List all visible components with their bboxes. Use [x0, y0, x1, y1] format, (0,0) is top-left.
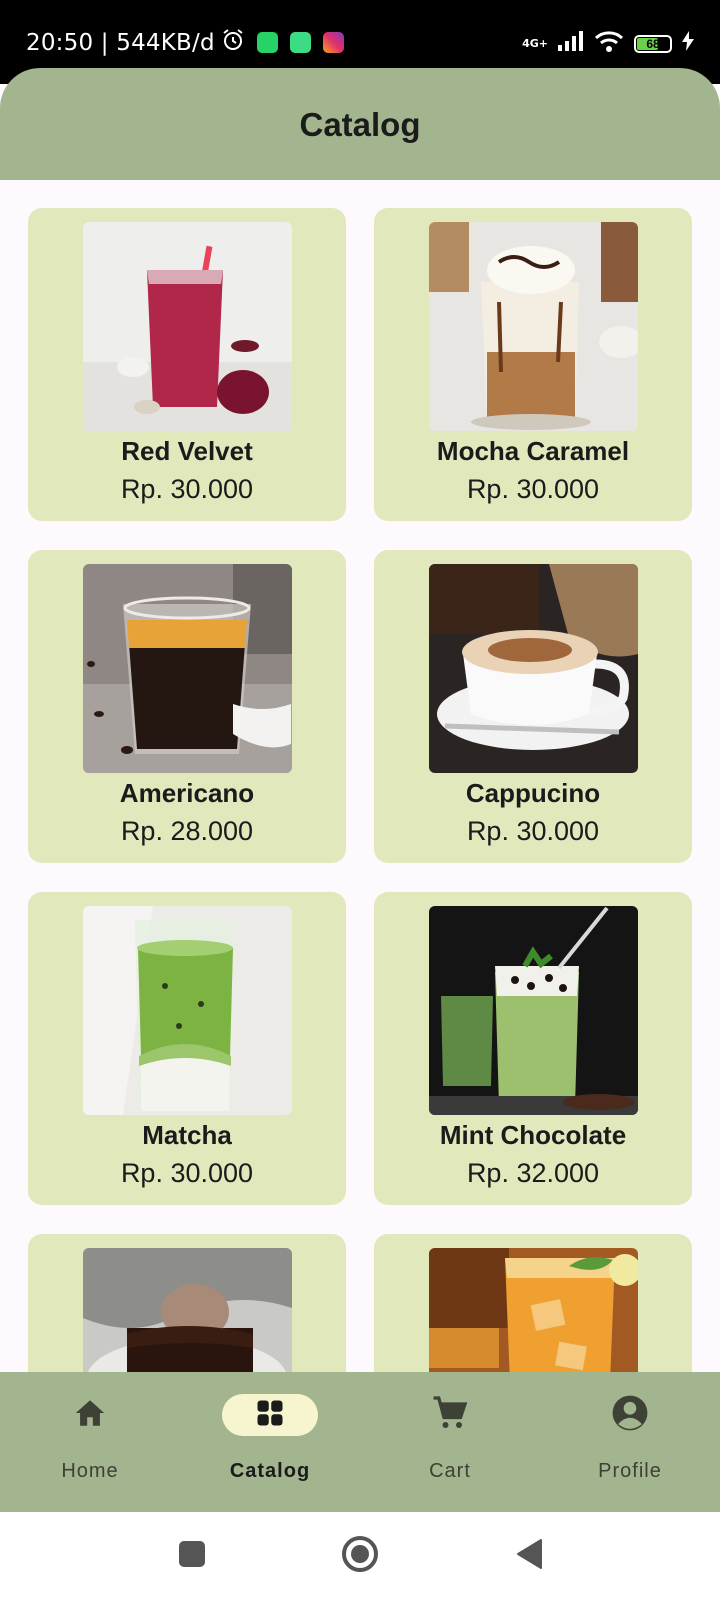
home-icon — [72, 1396, 108, 1435]
product-image[interactable] — [429, 222, 638, 431]
catalog-card-americano[interactable]: Americano Rp. 28.000 — [28, 550, 346, 863]
cappucino-drink-image — [429, 564, 638, 773]
red-velvet-drink-image — [83, 222, 292, 431]
screen: 20:50 | 544KB/d 4G+ 68 Catalog Red Velve… — [0, 0, 720, 1600]
home-circle-icon — [341, 1535, 379, 1578]
product-name: Cappucino — [465, 778, 601, 808]
alarm-icon — [221, 28, 245, 57]
catalog-card-mocha-caramel[interactable]: Mocha Caramel Rp. 30.000 — [374, 208, 692, 521]
product-image[interactable] — [429, 1248, 638, 1372]
whatsapp-icon — [256, 32, 278, 53]
profile-icon — [611, 1394, 649, 1437]
catalog-card-chocolate-dessert[interactable] — [28, 1234, 346, 1372]
mint-chocolate-drink-image — [429, 906, 638, 1115]
nav-item-home[interactable]: Home — [0, 1372, 180, 1512]
product-name: Matcha — [142, 1120, 232, 1150]
product-name: Americano — [119, 778, 255, 808]
bottom-nav: Home Catalog Cart Profile — [0, 1372, 720, 1512]
android-icon — [289, 32, 311, 53]
home-button[interactable] — [338, 1534, 382, 1578]
app-bar: Catalog — [0, 68, 720, 180]
product-price: Rp. 30.000 — [466, 816, 600, 846]
product-name: Red Velvet — [121, 436, 253, 466]
nav-pill-home — [42, 1394, 138, 1436]
nav-pill-profile — [582, 1394, 678, 1436]
nav-label-home: Home — [61, 1460, 119, 1482]
americano-drink-image — [83, 564, 292, 773]
product-name: Mint Chocolate — [439, 1120, 627, 1150]
product-image[interactable] — [429, 906, 638, 1115]
signal-icon — [558, 31, 584, 56]
status-right: 4G+ 68 — [522, 30, 694, 57]
matcha-drink-image — [83, 906, 292, 1115]
product-image[interactable] — [429, 564, 638, 773]
product-price: Rp. 30.000 — [120, 1158, 254, 1188]
product-image[interactable] — [83, 564, 292, 773]
product-image[interactable] — [83, 906, 292, 1115]
cart-icon — [432, 1395, 468, 1436]
catalog-card-red-velvet[interactable]: Red Velvet Rp. 30.000 — [28, 208, 346, 521]
catalog-grid[interactable]: Red Velvet Rp. 30.000 Mocha Caramel Rp. … — [0, 180, 720, 1372]
system-nav-bar — [0, 1512, 720, 1600]
grid-icon — [255, 1398, 285, 1433]
nav-pill-cart — [402, 1394, 498, 1436]
wifi-icon — [594, 30, 624, 57]
back-triangle-icon — [515, 1538, 545, 1575]
catalog-card-mint-chocolate[interactable]: Mint Chocolate Rp. 32.000 — [374, 892, 692, 1205]
product-price: Rp. 32.000 — [466, 1158, 600, 1188]
product-image[interactable] — [83, 222, 292, 431]
battery-indicator: 68 — [634, 34, 672, 53]
status-time: 20:50 | 544KB/d — [26, 29, 215, 56]
charging-icon — [682, 31, 694, 56]
battery-percent: 68 — [646, 36, 660, 51]
product-price: Rp. 30.000 — [466, 474, 600, 504]
nav-label-catalog: Catalog — [229, 1460, 311, 1482]
product-price: Rp. 28.000 — [120, 816, 254, 846]
catalog-card-matcha[interactable]: Matcha Rp. 30.000 — [28, 892, 346, 1205]
nav-item-catalog[interactable]: Catalog — [180, 1372, 360, 1512]
status-left: 20:50 | 544KB/d — [26, 28, 344, 57]
nav-pill-catalog-active — [222, 1394, 318, 1436]
nav-item-cart[interactable]: Cart — [360, 1372, 540, 1512]
catalog-card-cappucino[interactable]: Cappucino Rp. 30.000 — [374, 550, 692, 863]
recents-icon — [178, 1540, 206, 1573]
iced-tea-drink-image — [429, 1248, 638, 1372]
product-price: Rp. 30.000 — [120, 474, 254, 504]
chocolate-dessert-image — [83, 1248, 292, 1372]
mocha-caramel-drink-image — [429, 222, 638, 431]
catalog-card-iced-tea[interactable] — [374, 1234, 692, 1372]
network-type: 4G+ — [522, 37, 548, 50]
product-image[interactable] — [83, 1248, 292, 1372]
nav-label-cart: Cart — [429, 1460, 471, 1482]
instagram-icon — [322, 32, 344, 53]
page-title: Catalog — [299, 106, 421, 143]
product-name: Mocha Caramel — [436, 436, 630, 466]
nav-item-profile[interactable]: Profile — [540, 1372, 720, 1512]
nav-label-profile: Profile — [598, 1460, 662, 1482]
recents-button[interactable] — [170, 1534, 214, 1578]
back-button[interactable] — [508, 1534, 552, 1578]
